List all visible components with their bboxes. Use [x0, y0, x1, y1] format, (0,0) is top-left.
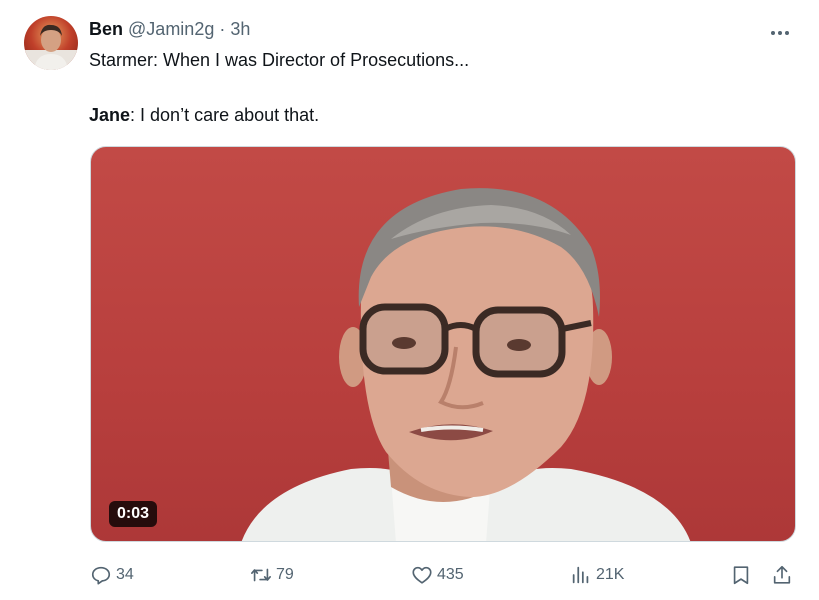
reply-count: 34 [116, 566, 134, 583]
share-button[interactable] [771, 561, 793, 589]
tweet-time[interactable]: 3h [230, 19, 250, 39]
retweet-count: 79 [276, 566, 294, 583]
video-duration: 0:03 [109, 501, 158, 527]
video-frame [241, 188, 691, 541]
avatar[interactable] [24, 16, 78, 70]
tweet-header: Ben @Jamin2g · 3h [89, 18, 250, 40]
more-icon[interactable] [771, 22, 793, 36]
heart-icon [412, 566, 432, 584]
views-button[interactable]: 21K [570, 561, 624, 589]
share-icon [773, 565, 791, 584]
like-button[interactable]: 435 [411, 561, 464, 589]
video-player[interactable]: 0:03 [90, 146, 796, 542]
avatar-image [24, 24, 78, 70]
author-handle[interactable]: @Jamin2g [128, 19, 214, 39]
reply-button[interactable]: 34 [90, 561, 134, 589]
header-separator: · [219, 19, 226, 39]
retweet-icon [251, 568, 271, 582]
tweet[interactable]: Ben @Jamin2g · 3h Starmer: When I was Di… [0, 0, 819, 600]
like-count: 435 [437, 566, 464, 583]
reply-icon [91, 566, 111, 585]
tweet-text-line-2: Jane: I don’t care about that. [89, 104, 319, 126]
tweet-text-line-1: Starmer: When I was Director of Prosecut… [89, 50, 470, 70]
bookmark-icon [733, 566, 749, 585]
speaker-quote: : I don’t care about that. [130, 105, 320, 125]
speaker-name: Jane [89, 105, 131, 125]
action-bar: 34 79 435 21K [0, 561, 819, 589]
bookmark-button[interactable] [730, 561, 752, 589]
retweet-button[interactable]: 79 [250, 561, 294, 589]
view-count: 21K [596, 566, 625, 583]
views-chart-icon [572, 566, 589, 584]
author-name[interactable]: Ben [89, 19, 123, 39]
